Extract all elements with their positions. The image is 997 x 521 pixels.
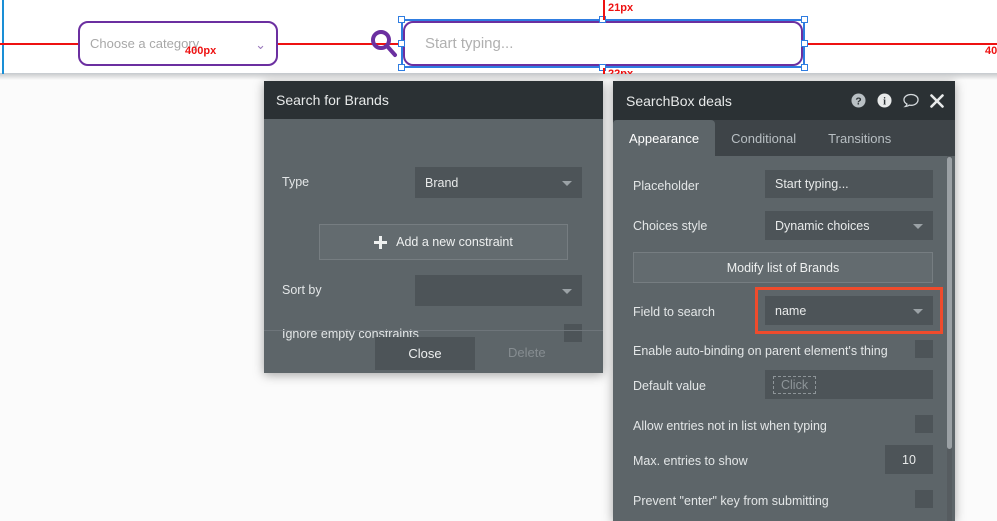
choices-style-dropdown[interactable]: Dynamic choices: [765, 211, 933, 240]
auto-binding-label-wrap: Enable auto-binding on parent element's …: [633, 344, 888, 358]
tab-appearance-label: Appearance: [629, 130, 700, 146]
auto-binding-checkbox[interactable]: [915, 340, 933, 358]
searchbox-element[interactable]: Start typing...: [403, 21, 803, 66]
app-root: Choose a category ⌄ 400px Start typing..…: [0, 0, 997, 521]
add-constraint-button[interactable]: Add a new constraint: [319, 224, 568, 260]
search-dialog-titlebar: Search for Brands: [264, 81, 603, 119]
tab-appearance[interactable]: Appearance: [613, 120, 716, 156]
default-value-label: Default value: [633, 379, 706, 393]
plus-icon: [374, 235, 388, 249]
resize-handle-bottom-left[interactable]: [398, 64, 405, 71]
chevron-down-icon: [562, 180, 572, 186]
default-value-label-wrap: Default value: [633, 379, 706, 393]
placeholder-label: Placeholder: [633, 179, 700, 193]
resize-handle-bottom-right[interactable]: [801, 64, 808, 71]
properties-panel-title: SearchBox deals: [626, 92, 732, 109]
max-entries-label-wrap: Max. entries to show: [633, 454, 748, 468]
resize-handle-middle-left[interactable]: [398, 40, 405, 47]
default-value-click-token: Click: [773, 375, 817, 394]
choices-style-label: Choices style: [633, 219, 708, 233]
search-dialog-body: Type Brand Add a new constraint Sort by …: [264, 119, 603, 342]
max-entries-label: Max. entries to show: [633, 454, 748, 468]
searchbox-placeholder: Start typing...: [425, 35, 514, 52]
info-icon[interactable]: i: [877, 93, 892, 108]
prevent-enter-label-wrap: Prevent "enter" key from submitting: [633, 494, 829, 508]
tab-transitions-label: Transitions: [828, 130, 892, 146]
sort-by-dropdown[interactable]: [415, 275, 582, 306]
type-label-wrap: Type: [282, 175, 309, 189]
choices-style-value: Dynamic choices: [775, 218, 870, 233]
tab-conditional[interactable]: Conditional: [715, 120, 812, 156]
resize-handle-top-right[interactable]: [801, 16, 808, 23]
type-dropdown[interactable]: Brand: [415, 167, 582, 198]
search-for-brands-dialog: Search for Brands Type Brand Add a new c…: [264, 81, 603, 373]
delete-button: Delete: [508, 345, 546, 360]
field-to-search-label-wrap: Field to search: [633, 305, 715, 319]
max-entries-input[interactable]: 10: [885, 445, 933, 474]
measurement-label-top-21px: 21px: [608, 2, 634, 14]
choices-style-label-wrap: Choices style: [633, 219, 707, 233]
help-icon[interactable]: ?: [851, 93, 866, 108]
searchbox-properties-panel: SearchBox deals ? i Appearance Condition…: [613, 81, 955, 521]
resize-handle-middle-right[interactable]: [801, 40, 808, 47]
placeholder-input-value: Start typing...: [775, 177, 849, 191]
field-to-search-dropdown[interactable]: name: [765, 296, 933, 325]
guide-line-vertical-top: [603, 0, 605, 20]
guide-line-horizontal-left: [0, 43, 78, 45]
modify-list-label: Modify list of Brands: [726, 260, 840, 275]
properties-tabs: Appearance Conditional Transitions: [613, 120, 955, 156]
modify-list-button[interactable]: Modify list of Brands: [633, 252, 933, 283]
svg-text:i: i: [883, 97, 886, 108]
measurement-label-right-width: 40: [985, 45, 997, 57]
prevent-enter-checkbox[interactable]: [915, 490, 933, 508]
add-constraint-label: Add a new constraint: [396, 235, 513, 249]
design-canvas[interactable]: Choose a category ⌄ 400px Start typing..…: [0, 0, 997, 79]
properties-titlebar: SearchBox deals ? i: [613, 81, 955, 120]
category-dropdown[interactable]: Choose a category ⌄: [78, 21, 278, 66]
allow-entries-label: Allow entries not in list when typing: [633, 419, 827, 433]
delete-button-label: Delete: [508, 345, 546, 360]
chevron-down-icon: [562, 288, 572, 294]
default-value-input[interactable]: Click: [765, 370, 933, 399]
type-dropdown-value: Brand: [425, 175, 459, 190]
close-icon[interactable]: [930, 93, 944, 108]
measurement-label-width-400: 400px: [185, 45, 217, 57]
tab-conditional-label: Conditional: [731, 130, 797, 146]
sort-by-label-wrap: Sort by: [282, 283, 322, 297]
panel-scrollbar-thumb[interactable]: [947, 157, 952, 449]
close-button[interactable]: Close: [375, 337, 475, 370]
placeholder-label-wrap: Placeholder: [633, 179, 699, 193]
resize-handle-top-left[interactable]: [398, 16, 405, 23]
sort-by-label: Sort by: [282, 283, 322, 297]
type-label: Type: [282, 175, 310, 189]
auto-binding-label: Enable auto-binding on parent element's …: [633, 344, 888, 358]
search-dialog-footer: Close Delete: [264, 330, 603, 373]
search-dialog-title: Search for Brands: [276, 92, 389, 108]
field-to-search-label: Field to search: [633, 305, 715, 319]
allow-entries-checkbox[interactable]: [915, 415, 933, 433]
field-to-search-value: name: [775, 303, 807, 318]
chevron-down-icon: ⌄: [255, 37, 266, 52]
max-entries-value: 10: [902, 452, 916, 467]
close-button-label: Close: [408, 346, 442, 361]
tab-transitions[interactable]: Transitions: [812, 120, 907, 156]
guide-line-horizontal-right: [805, 43, 997, 45]
chevron-down-icon: [913, 223, 923, 229]
search-icon: [368, 27, 400, 59]
svg-text:?: ?: [855, 96, 861, 107]
canvas-bottom-shadow: [0, 74, 997, 80]
allow-entries-label-wrap: Allow entries not in list when typing: [633, 419, 827, 433]
prevent-enter-label: Prevent "enter" key from submitting: [633, 494, 829, 508]
chevron-down-icon: [913, 308, 923, 314]
canvas-left-boundary: [2, 0, 4, 74]
appearance-panel-body: Placeholder Start typing... Choices styl…: [613, 156, 955, 521]
comment-icon[interactable]: [903, 93, 919, 108]
category-dropdown-placeholder: Choose a category: [90, 36, 200, 51]
placeholder-input[interactable]: Start typing...: [765, 170, 933, 198]
